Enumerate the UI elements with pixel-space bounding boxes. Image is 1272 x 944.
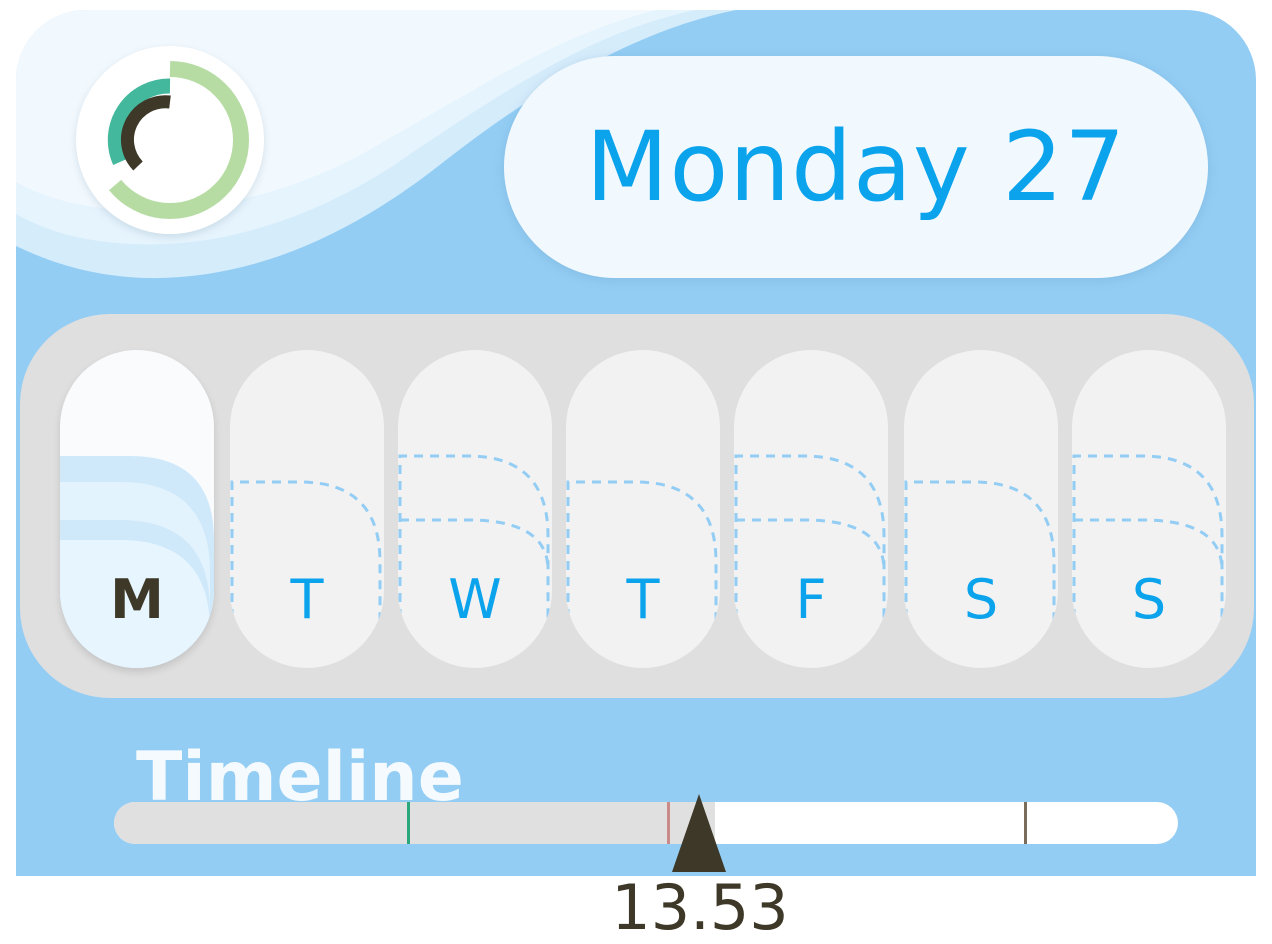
app-logo[interactable] [76,46,264,234]
date-label: Monday 27 [585,111,1127,223]
day-letter: W [448,568,502,631]
timeline-pointer-icon[interactable] [672,794,726,872]
timeline-marker[interactable] [667,802,671,844]
progress-ring-icon [87,58,249,219]
current-time-readout: 13.53 [611,871,789,944]
day-card: Monday 27 M T W T F S S Timeline [16,10,1256,876]
timeline-marker[interactable] [1023,802,1027,844]
day-letter: S [963,568,999,631]
day-button-saturday[interactable]: S [904,350,1058,668]
day-button-thursday[interactable]: T [566,350,720,668]
timeline-elapsed-fill [114,802,716,844]
day-button-wednesday[interactable]: W [398,350,552,668]
day-button-friday[interactable]: F [734,350,888,668]
day-letter: F [795,568,827,631]
day-button-sunday[interactable]: S [1072,350,1226,668]
day-letter: T [290,568,324,631]
timeline-track[interactable] [114,802,1178,844]
day-letter: S [1131,568,1167,631]
day-letter: T [626,568,660,631]
day-button-monday[interactable]: M [60,350,214,668]
timeline-marker[interactable] [406,802,410,844]
day-letter: M [110,568,164,631]
date-pill[interactable]: Monday 27 [504,56,1208,278]
day-button-tuesday[interactable]: T [230,350,384,668]
